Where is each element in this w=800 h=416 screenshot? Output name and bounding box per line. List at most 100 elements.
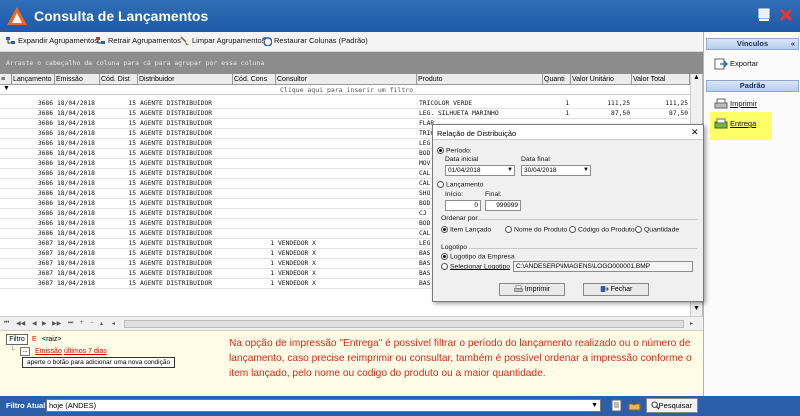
print-button[interactable]: Imprimir — [714, 98, 757, 110]
filter-condition-button[interactable]: ... — [20, 347, 30, 356]
start-date-input[interactable]: 01/04/2018 ▼ — [445, 165, 515, 176]
logo-path-input[interactable]: C:\ANDESERP\IMAGENS\LOGO000001.BMP — [513, 261, 693, 272]
radio-unchecked-icon — [635, 226, 642, 233]
filter-edit-icon[interactable] — [628, 399, 641, 412]
dialog-close-icon[interactable]: ✕ — [691, 127, 699, 138]
order-name-radio[interactable]: Nome do Produto — [505, 226, 567, 233]
cell-lancamento: 3686 — [37, 140, 53, 147]
nav-prev-page-icon[interactable]: ◀◀ — [16, 320, 25, 327]
cell-lancamento: 3686 — [37, 210, 53, 217]
close-dialog-button[interactable]: Fechar — [583, 283, 649, 296]
collapse-groups-button[interactable]: Retrair Agrupamentos — [96, 36, 181, 48]
radio-checked-icon — [441, 253, 448, 260]
column-header-valor-total[interactable]: Valor Total — [632, 74, 690, 85]
filter-condition[interactable]: últimos 7 dias — [64, 348, 107, 355]
cell-lancamento: 3687 — [37, 240, 53, 247]
nav-prev-icon[interactable]: ◀ — [32, 320, 37, 327]
filter-tree-line: └ — [10, 347, 15, 354]
select-logo-radio[interactable]: Selecionar Logotipo — [441, 263, 510, 270]
column-header-quantidade[interactable]: Quanti — [543, 74, 571, 85]
nav-first-icon[interactable]: ⏮ — [4, 320, 9, 327]
company-logo-radio[interactable]: Logotipo da Empresa — [441, 253, 515, 260]
cell-lancamento: 3686 — [37, 230, 53, 237]
scroll-up-icon[interactable]: ▲ — [693, 74, 700, 81]
calendar-dropdown-icon[interactable]: ▼ — [507, 166, 513, 175]
export-button[interactable]: Exportar — [714, 58, 758, 70]
print-report-button[interactable]: Imprimir — [499, 283, 565, 296]
column-header-produto[interactable]: Produto — [417, 74, 543, 85]
cell-consultor — [278, 219, 417, 229]
side-panel: Vínculos « Exportar Padrão Imprimir Entr… — [703, 32, 800, 396]
scroll-right-icon[interactable]: ▸ — [690, 320, 693, 327]
range-end-input[interactable]: 999999 — [485, 200, 521, 211]
column-header-cod-dist[interactable]: Cód. Dist — [100, 74, 138, 85]
toolbar: Expandir Agrupamentos Retrair Agrupament… — [0, 32, 703, 52]
current-filter-select[interactable]: hoje (ANDES) ▼ — [46, 399, 601, 412]
nav-edit-icon[interactable]: ▴ — [100, 320, 103, 327]
column-header-emissao[interactable]: Emissão — [55, 74, 100, 85]
search-button[interactable]: Pesquisar — [646, 398, 698, 413]
document-icon[interactable] — [610, 399, 623, 412]
end-date-input[interactable]: 30/04/2018 ▼ — [521, 165, 591, 176]
column-header-lancamento[interactable]: Lançamento — [12, 74, 55, 85]
cell-cod-cons: 1 — [270, 250, 274, 257]
cell-distribuidor: AGENTE DISTRIBUIDOR — [140, 190, 213, 197]
clear-groups-button[interactable]: Limpar Agrupamentos — [180, 36, 265, 48]
calendar-dropdown-icon[interactable]: ▼ — [583, 166, 589, 175]
range-start-input[interactable]: 0 — [445, 200, 481, 211]
cell-consultor — [278, 149, 417, 159]
cell-cod-cons — [233, 149, 274, 159]
cell-emissao: 18/04/2018 — [57, 110, 95, 117]
cell-emissao: 18/04/2018 — [57, 260, 95, 267]
collapse-section-icon[interactable]: « — [791, 39, 795, 49]
nav-next-icon[interactable]: ▶ — [42, 320, 47, 327]
cell-cod-cons: 1 — [270, 280, 274, 287]
cell-produto: LEG. SILHUETA MARINHO — [419, 110, 499, 117]
printer-icon — [714, 98, 728, 109]
cell-distribuidor: AGENTE DISTRIBUIDOR — [140, 120, 213, 127]
nav-delete-icon[interactable]: − — [90, 320, 94, 326]
cell-emissao: 18/04/2018 — [57, 150, 95, 157]
cell-consultor — [278, 109, 417, 119]
filter-operator[interactable]: E — [32, 336, 37, 343]
cell-consultor: VENDEDOR X — [278, 280, 316, 287]
column-header-consultor[interactable]: Consultor — [276, 74, 417, 85]
scroll-left-icon[interactable]: ◂ — [112, 320, 115, 327]
cell-distribuidor: AGENTE DISTRIBUIDOR — [140, 170, 213, 177]
cell-emissao: 18/04/2018 — [57, 210, 95, 217]
scroll-down-icon[interactable]: ▼ — [693, 305, 700, 312]
column-header-distribuidor[interactable]: Distribuidor — [138, 74, 233, 85]
table-row[interactable]: 3686 18/04/2018 15 AGENTE DISTRIBUIDOR LEG. … — [0, 109, 690, 119]
nav-add-icon[interactable]: + — [80, 320, 84, 326]
entrega-button[interactable]: Entrega — [714, 118, 756, 130]
horizontal-scroll-thumb[interactable] — [124, 320, 684, 328]
column-header-valor-unitario[interactable]: Valor Unitário — [571, 74, 632, 85]
table-row[interactable]: 3686 18/04/2018 15 AGENTE DISTRIBUIDOR TRICO… — [0, 99, 690, 109]
launch-radio[interactable]: Lançamento — [437, 181, 483, 188]
end-date-label: Data final — [521, 156, 550, 163]
cell-lancamento: 3687 — [37, 270, 53, 277]
cell-cod-dist: 15 — [128, 150, 136, 157]
close-window-icon[interactable] — [778, 7, 794, 23]
cell-lancamento: 3687 — [37, 250, 53, 257]
period-radio[interactable]: Período: — [437, 147, 472, 154]
filter-tab[interactable]: Filtro — [6, 334, 28, 345]
cell-cod-dist: 15 — [128, 140, 136, 147]
nav-next-page-icon[interactable]: ▶▶ — [52, 320, 61, 327]
cell-produto: TRICOLOR VERDE — [419, 100, 473, 107]
order-code-radio[interactable]: Código do Produto — [569, 226, 635, 233]
order-quantity-radio[interactable]: Quantidade — [635, 226, 679, 233]
cell-distribuidor: AGENTE DISTRIBUIDOR — [140, 280, 213, 287]
section-vinculos[interactable]: Vínculos « — [706, 38, 799, 50]
restore-window-icon[interactable] — [756, 7, 772, 23]
cell-lancamento: 3686 — [37, 100, 53, 107]
order-item-radio[interactable]: Item Lançado — [441, 226, 491, 233]
nav-last-icon[interactable]: ⏭ — [68, 320, 73, 327]
group-by-panel[interactable]: Arraste o cabeçalho da coluna para cá pa… — [0, 52, 703, 74]
restore-columns-button[interactable]: Restaurar Colunas (Padrão) — [262, 36, 368, 48]
column-header-cod-cons[interactable]: Cód. Cons — [233, 74, 276, 85]
section-padrao[interactable]: Padrão — [706, 80, 799, 92]
grid-filter-row[interactable]: ▼ Clique aqui para inserir um filtro — [0, 85, 690, 95]
expand-groups-button[interactable]: Expandir Agrupamentos — [6, 36, 98, 48]
filter-field[interactable]: Emissão — [35, 348, 62, 355]
